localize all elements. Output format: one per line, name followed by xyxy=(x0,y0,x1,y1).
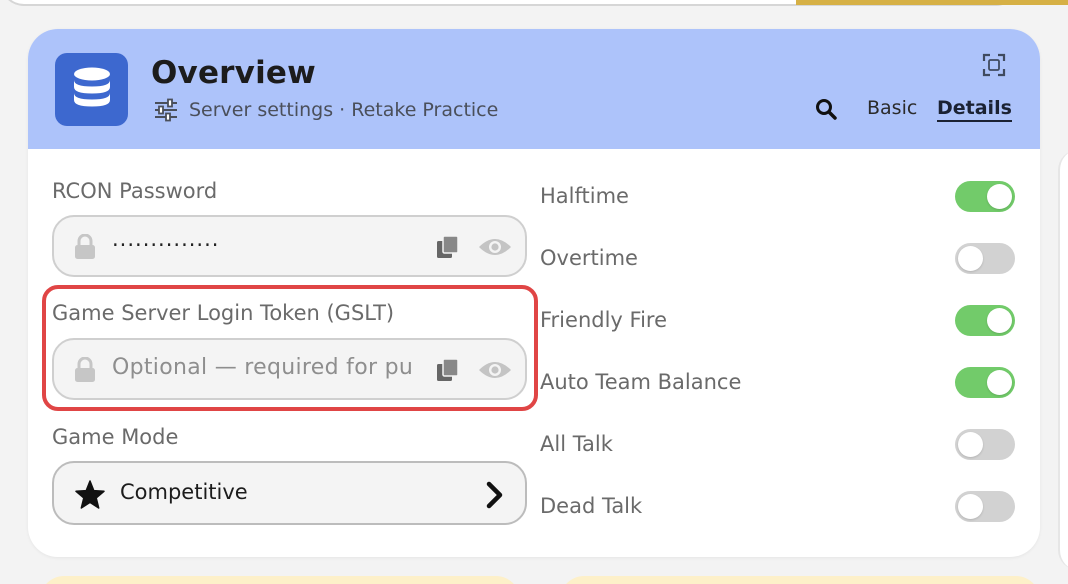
toggle-label-dead-talk: Dead Talk xyxy=(540,494,643,518)
gslt-placeholder: Optional — required for public xyxy=(112,355,414,380)
star-icon xyxy=(74,479,106,511)
expand-icon[interactable] xyxy=(982,53,1006,77)
adjacent-card xyxy=(1058,150,1068,570)
eye-icon[interactable] xyxy=(478,235,512,259)
toggle-knob xyxy=(958,432,983,457)
rcon-password-value: ·············· xyxy=(112,233,220,257)
page-title: Overview xyxy=(151,55,316,91)
toggle-friendly-fire[interactable] xyxy=(955,305,1015,336)
card-header: Overview Server settings · Retake Practi… xyxy=(28,29,1040,149)
database-stack-icon xyxy=(55,53,128,126)
search-icon[interactable] xyxy=(814,97,838,121)
rcon-password-label: RCON Password xyxy=(52,179,218,203)
lock-icon xyxy=(74,233,96,260)
copy-icon[interactable] xyxy=(436,358,460,382)
gslt-label: Game Server Login Token (GSLT) xyxy=(52,301,395,325)
gslt-input[interactable]: Optional — required for public xyxy=(52,338,527,400)
toggle-label-auto-team-balance: Auto Team Balance xyxy=(540,370,742,394)
game-mode-label: Game Mode xyxy=(52,425,179,449)
tab-basic[interactable]: Basic xyxy=(867,97,917,119)
tab-details[interactable]: Details xyxy=(937,97,1012,122)
game-mode-select[interactable]: Competitive xyxy=(52,461,527,525)
toggle-label-halftime: Halftime xyxy=(540,184,629,208)
toggle-overtime[interactable] xyxy=(955,243,1015,274)
toggle-dead-talk[interactable] xyxy=(955,491,1015,522)
toggle-knob xyxy=(958,494,983,519)
chevron-right-icon xyxy=(484,481,506,509)
toggle-knob xyxy=(987,308,1012,333)
toggle-all-talk[interactable] xyxy=(955,429,1015,460)
toggle-label-friendly-fire: Friendly Fire xyxy=(540,308,667,332)
copy-icon[interactable] xyxy=(436,235,460,259)
lock-icon xyxy=(74,356,96,383)
toggle-halftime[interactable] xyxy=(955,181,1015,212)
previous-card-accent xyxy=(796,0,1068,5)
rcon-password-input[interactable]: ·············· xyxy=(52,215,527,277)
game-mode-value: Competitive xyxy=(120,480,248,504)
sliders-icon xyxy=(155,98,177,122)
toggle-knob xyxy=(958,246,983,271)
subtitle-text: Server settings · Retake Practice xyxy=(189,99,499,121)
subtitle: Server settings · Retake Practice xyxy=(153,97,498,123)
toggle-auto-team-balance[interactable] xyxy=(955,367,1015,398)
toggle-label-all-talk: All Talk xyxy=(540,432,613,456)
toggle-knob xyxy=(987,184,1012,209)
next-card-right xyxy=(560,576,1040,584)
next-card-left xyxy=(40,576,520,584)
overview-card: Overview Server settings · Retake Practi… xyxy=(28,29,1040,557)
toggle-label-overtime: Overtime xyxy=(540,246,638,270)
eye-icon[interactable] xyxy=(478,358,512,382)
previous-card xyxy=(0,0,1068,6)
toggle-knob xyxy=(987,370,1012,395)
